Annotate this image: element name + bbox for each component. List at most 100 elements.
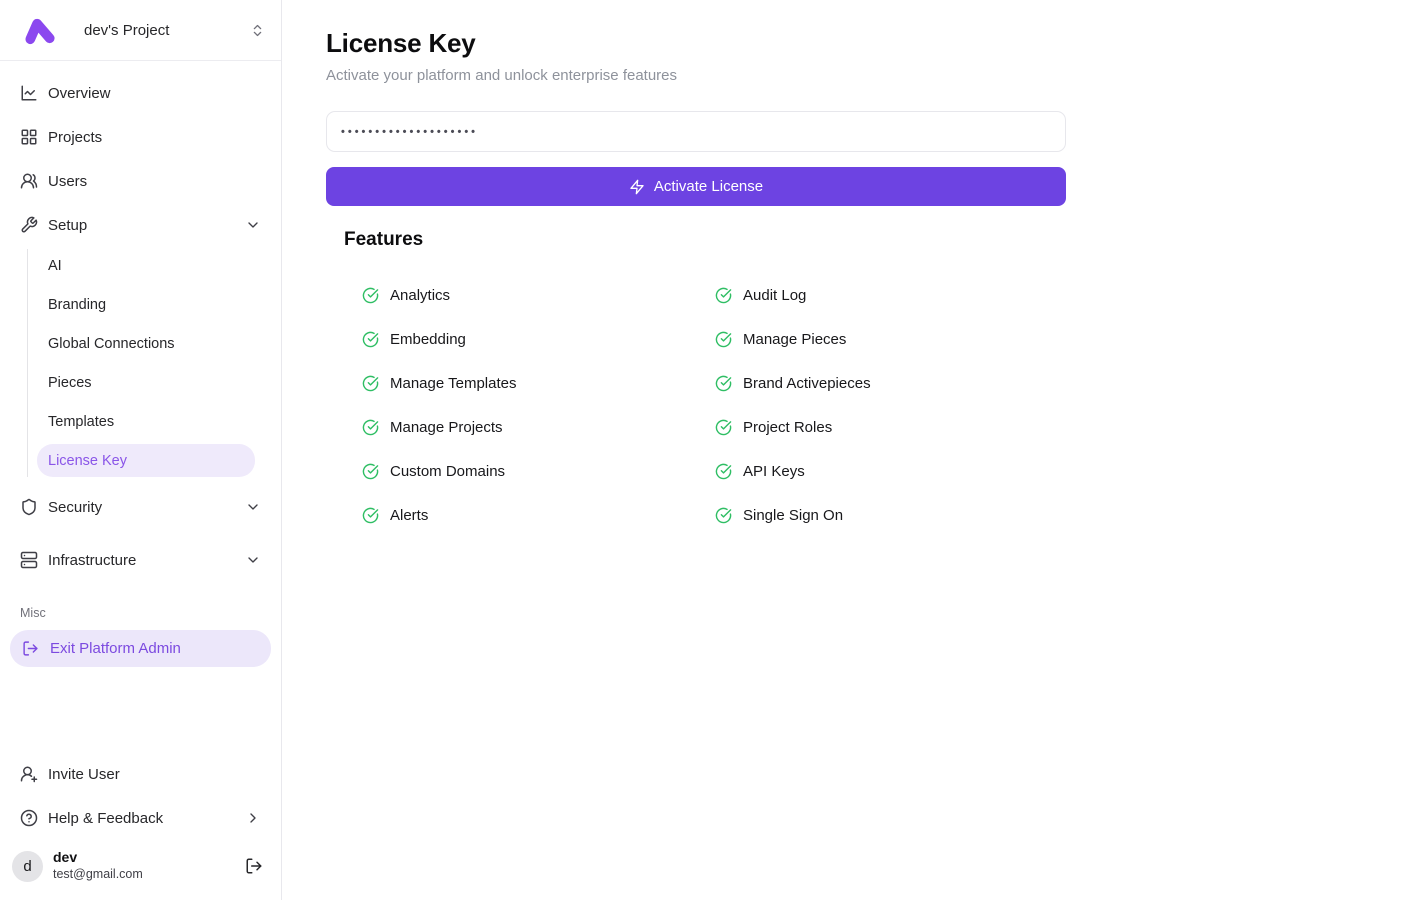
feature-item: Custom Domains — [362, 461, 715, 481]
sidebar-item-security[interactable]: Security — [10, 487, 271, 527]
log-out-icon — [22, 640, 39, 657]
help-feedback-button[interactable]: Help & Feedback — [10, 798, 271, 838]
users-icon — [20, 172, 38, 190]
invite-user-label: Invite User — [48, 766, 120, 783]
misc-section-label: Misc — [20, 606, 261, 620]
feature-item: Single Sign On — [715, 505, 1068, 525]
check-circle-icon — [715, 375, 732, 392]
check-circle-icon — [715, 419, 732, 436]
sidebar-item-label: License Key — [48, 453, 127, 469]
chevron-down-icon — [245, 499, 261, 515]
feature-label: Project Roles — [743, 419, 832, 436]
sidebar-nav: Overview Projects Users — [0, 61, 281, 667]
help-feedback-label: Help & Feedback — [48, 810, 163, 827]
sidebar-item-pieces[interactable]: Pieces — [37, 366, 255, 399]
sidebar-item-users[interactable]: Users — [10, 161, 271, 201]
sidebar-bottom: Invite User Help & Feedback d dev test@g… — [0, 754, 281, 900]
features-title: Features — [344, 229, 1420, 251]
feature-label: Manage Pieces — [743, 331, 846, 348]
feature-item: Audit Log — [715, 285, 1068, 305]
feature-label: Audit Log — [743, 287, 806, 304]
feature-item: Brand Activepieces — [715, 373, 1068, 393]
sidebar-item-setup[interactable]: Setup — [10, 205, 271, 245]
check-circle-icon — [362, 287, 379, 304]
activepieces-logo-icon — [22, 14, 58, 47]
chevrons-up-down-icon — [250, 23, 265, 38]
app-window: dev's Project Overview Projects — [0, 0, 1420, 900]
feature-item: Embedding — [362, 329, 715, 349]
sidebar-item-infrastructure[interactable]: Infrastructure — [10, 540, 271, 580]
feature-item: Alerts — [362, 505, 715, 525]
check-circle-icon — [362, 331, 379, 348]
feature-label: Alerts — [390, 507, 428, 524]
feature-label: Analytics — [390, 287, 450, 304]
sidebar-item-global-connections[interactable]: Global Connections — [37, 327, 255, 360]
check-circle-icon — [715, 463, 732, 480]
sidebar-item-label: Security — [48, 499, 102, 516]
help-circle-icon — [20, 809, 38, 827]
chevron-down-icon — [245, 552, 261, 568]
user-email: test@gmail.com — [53, 867, 235, 883]
activate-license-button[interactable]: Activate License — [326, 167, 1066, 206]
feature-label: Manage Templates — [390, 375, 516, 392]
sidebar-item-label: Overview — [48, 85, 111, 102]
chart-line-icon — [20, 84, 38, 102]
project-selector-label: dev's Project — [84, 22, 250, 39]
sidebar-item-projects[interactable]: Projects — [10, 117, 271, 157]
feature-item: Project Roles — [715, 417, 1068, 437]
chevron-down-icon — [245, 217, 261, 233]
feature-label: Manage Projects — [390, 419, 503, 436]
features-grid: Analytics Audit Log Embedding Manage Pie… — [362, 285, 1420, 525]
sidebar-item-branding[interactable]: Branding — [37, 288, 255, 321]
feature-item: Manage Templates — [362, 373, 715, 393]
sidebar-item-label: Branding — [48, 297, 106, 313]
features-section: Features Analytics Audit Log Embedding M… — [326, 229, 1420, 525]
log-out-icon[interactable] — [245, 857, 263, 875]
sidebar-item-templates[interactable]: Templates — [37, 405, 255, 438]
sidebar-item-ai[interactable]: AI — [37, 249, 255, 282]
sidebar-item-license-key[interactable]: License Key — [37, 444, 255, 477]
user-profile-meta: dev test@gmail.com — [53, 849, 235, 882]
sidebar-item-label: Global Connections — [48, 336, 175, 352]
sidebar-item-label: AI — [48, 258, 62, 274]
sidebar-item-overview[interactable]: Overview — [10, 73, 271, 113]
page-subtitle: Activate your platform and unlock enterp… — [326, 67, 1420, 84]
avatar: d — [12, 851, 43, 882]
check-circle-icon — [715, 507, 732, 524]
activate-license-label: Activate License — [654, 178, 763, 195]
check-circle-icon — [362, 463, 379, 480]
feature-item: Analytics — [362, 285, 715, 305]
shield-icon — [20, 498, 38, 516]
license-key-input[interactable] — [326, 111, 1066, 152]
chevron-right-icon — [245, 810, 261, 826]
sidebar-item-label: Users — [48, 173, 87, 190]
sidebar-item-label: Infrastructure — [48, 552, 136, 569]
page-title: License Key — [326, 28, 1420, 59]
exit-platform-admin-button[interactable]: Exit Platform Admin — [10, 630, 271, 667]
main-content: License Key Activate your platform and u… — [282, 0, 1420, 900]
user-profile-row[interactable]: d dev test@gmail.com — [10, 846, 271, 886]
sidebar-item-label: Templates — [48, 414, 114, 430]
check-circle-icon — [715, 287, 732, 304]
feature-label: API Keys — [743, 463, 805, 480]
invite-user-button[interactable]: Invite User — [10, 754, 271, 794]
layout-grid-icon — [20, 128, 38, 146]
server-icon — [20, 551, 38, 569]
feature-label: Custom Domains — [390, 463, 505, 480]
feature-label: Embedding — [390, 331, 466, 348]
exit-platform-admin-label: Exit Platform Admin — [50, 640, 181, 657]
project-selector[interactable]: dev's Project — [0, 0, 281, 61]
wrench-icon — [20, 216, 38, 234]
sidebar-item-label: Projects — [48, 129, 102, 146]
check-circle-icon — [362, 507, 379, 524]
zap-icon — [629, 179, 645, 195]
feature-item: Manage Projects — [362, 417, 715, 437]
sidebar-item-label: Pieces — [48, 375, 92, 391]
check-circle-icon — [362, 419, 379, 436]
sidebar-item-label: Setup — [48, 217, 87, 234]
feature-item: Manage Pieces — [715, 329, 1068, 349]
setup-submenu: AI Branding Global Connections Pieces Te… — [27, 249, 271, 477]
feature-item: API Keys — [715, 461, 1068, 481]
check-circle-icon — [362, 375, 379, 392]
sidebar: dev's Project Overview Projects — [0, 0, 282, 900]
